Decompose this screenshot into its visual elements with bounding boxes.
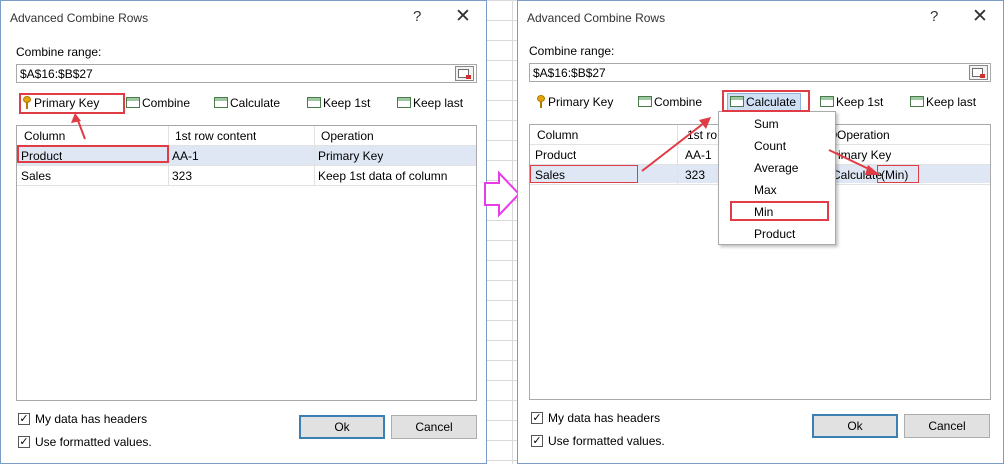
advanced-combine-rows-dialog-left: Advanced Combine Rows ? ✕ Combine range:… — [0, 0, 487, 464]
annotation-arrow-left — [71, 113, 86, 140]
advanced-combine-rows-dialog-right: Advanced Combine Rows ? ✕ Combine range:… — [517, 0, 1004, 464]
annotation-arrows-right — [641, 117, 880, 175]
